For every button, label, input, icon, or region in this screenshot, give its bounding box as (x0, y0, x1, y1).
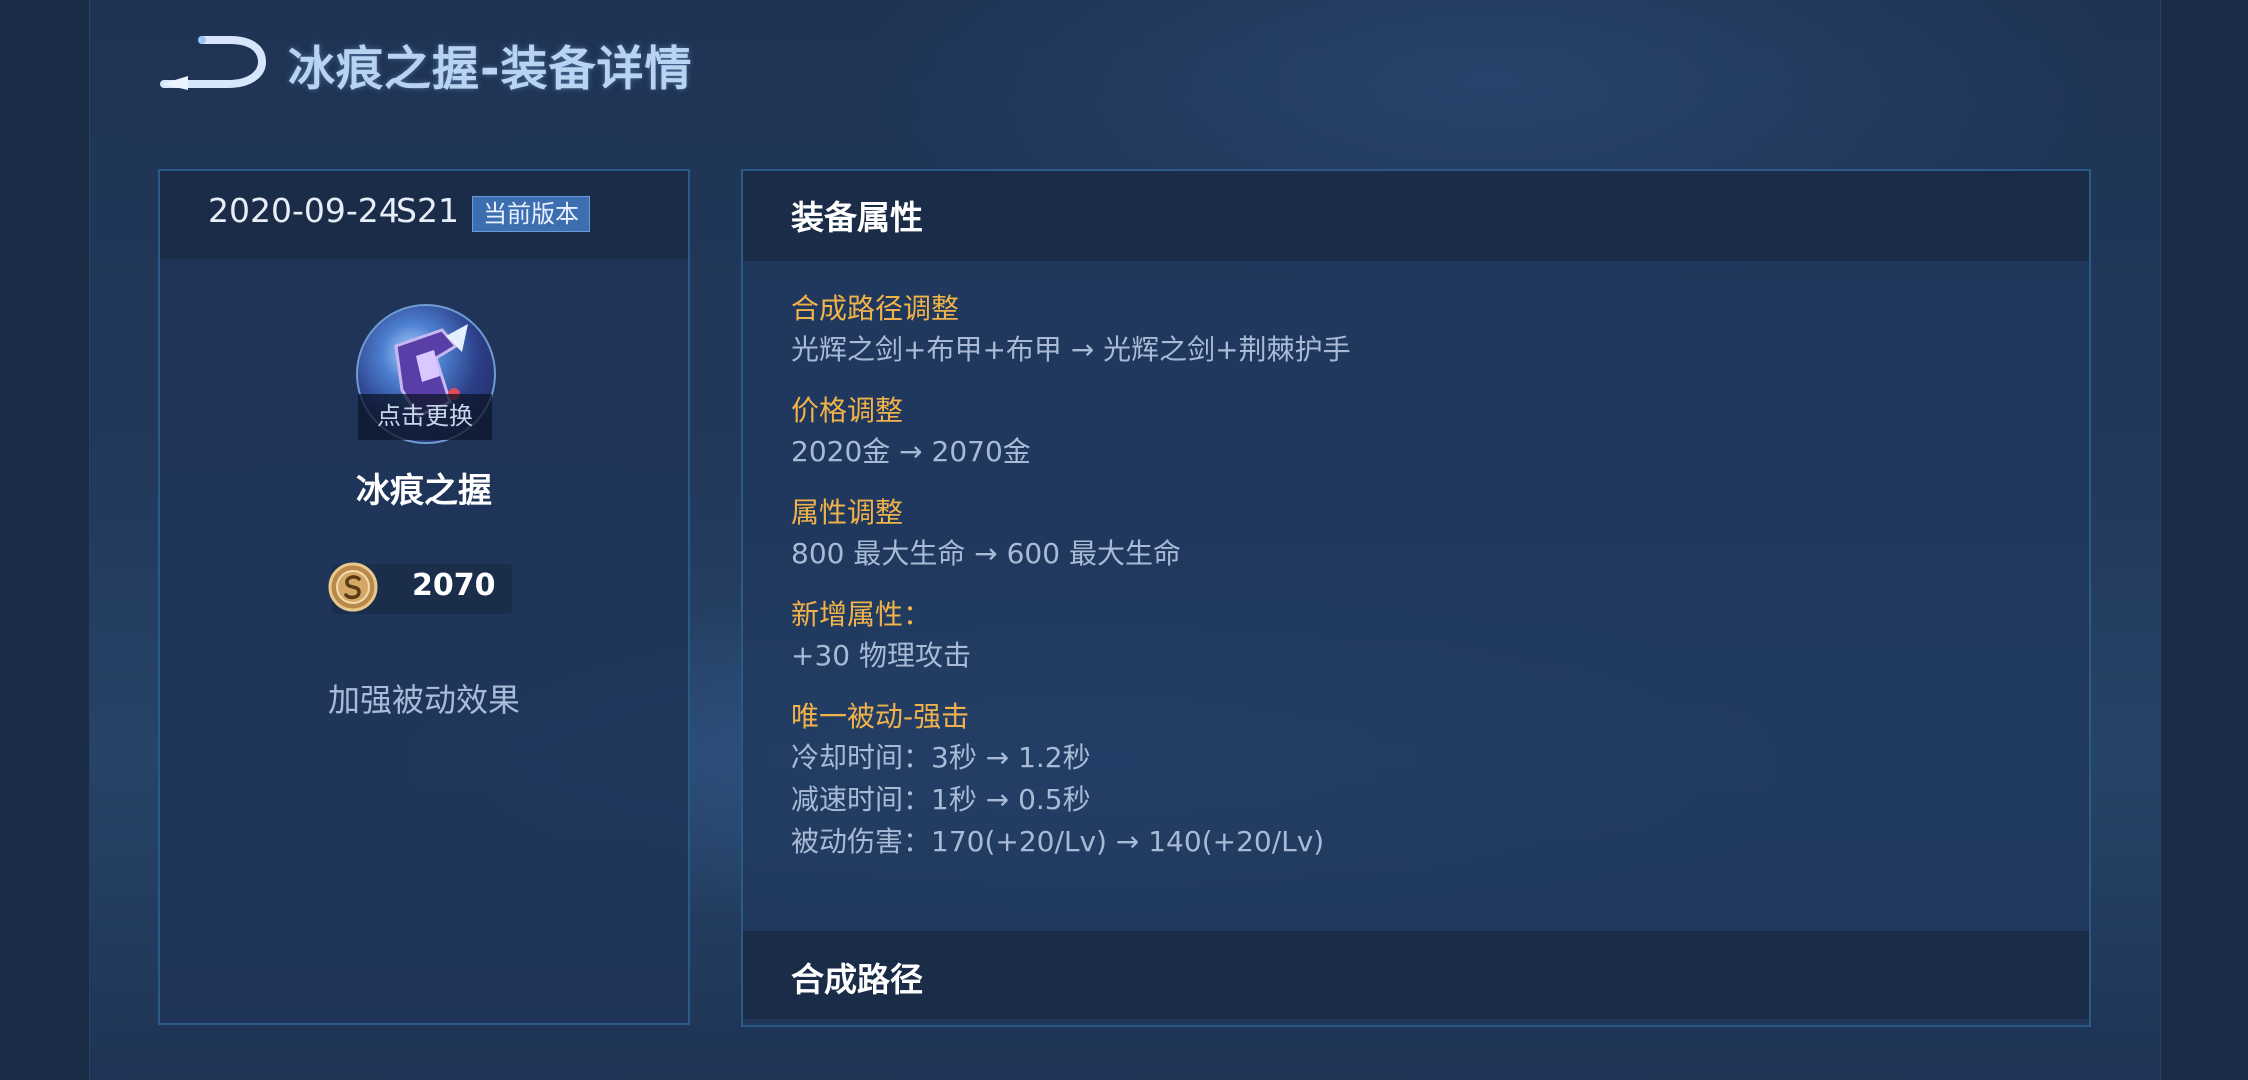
version-header: 2020-09-24 S21 当前版本 (160, 171, 688, 259)
price-value: 2070 (412, 568, 496, 603)
back-arrow-icon[interactable] (158, 34, 268, 90)
change-line: 800 最大生命 → 600 最大生命 (791, 537, 1181, 570)
change-block: 属性调整 800 最大生命 → 600 最大生命 (791, 493, 1991, 575)
passive-note: 加强被动效果 (327, 681, 520, 719)
change-line: 被动伤害：170(+20/Lv) → 140(+20/Lv) (791, 825, 1325, 858)
change-block: 价格调整 2020金 → 2070金 (791, 391, 1991, 473)
attributes-panel: 装备属性 合成路径调整 光辉之剑+布甲+布甲 → 光辉之剑+荆棘护手 价格调整 … (741, 169, 2091, 1027)
attributes-title: 装备属性 (791, 198, 923, 237)
change-block: 新增属性： +30 物理攻击 (791, 595, 1991, 677)
item-name: 冰痕之握 (356, 471, 492, 511)
change-heading: 价格调整 (791, 394, 904, 427)
change-block: 唯一被动-强击 冷却时间：3秒 → 1.2秒 减速时间：1秒 → 0.5秒 被动… (791, 697, 1991, 863)
change-heading: 唯一被动-强击 (791, 700, 970, 733)
current-version-badge: 当前版本 (472, 196, 590, 232)
change-line: 2020金 → 2070金 (791, 435, 1031, 468)
change-list: 合成路径调整 光辉之剑+布甲+布甲 → 光辉之剑+荆棘护手 价格调整 2020金… (791, 289, 1991, 883)
change-heading: 合成路径调整 (791, 292, 960, 325)
recipe-title: 合成路径 (791, 960, 923, 999)
page-title: 冰痕之握-装备详情 (288, 42, 693, 97)
change-heading: 新增属性： (791, 598, 932, 631)
change-line: +30 物理攻击 (791, 639, 971, 672)
item-icon-button[interactable]: 点击更换 (356, 304, 496, 444)
change-line: 冷却时间：3秒 → 1.2秒 (791, 741, 1091, 774)
gold-coin-icon (328, 562, 378, 612)
change-line: 减速时间：1秒 → 0.5秒 (791, 783, 1091, 816)
attributes-header: 装备属性 (743, 171, 2089, 261)
recipe-header: 合成路径 (743, 931, 2089, 1019)
change-heading: 属性调整 (791, 496, 904, 529)
item-summary-panel: 2020-09-24 S21 当前版本 点击更换 冰痕之握 2070 加强被动效… (158, 169, 690, 1025)
change-line: 光辉之剑+布甲+布甲 → 光辉之剑+荆棘护手 (791, 333, 1351, 366)
change-item-label: 点击更换 (358, 394, 492, 440)
version-date: 2020-09-24 (208, 191, 400, 230)
version-season: S21 (396, 191, 459, 230)
change-block: 合成路径调整 光辉之剑+布甲+布甲 → 光辉之剑+荆棘护手 (791, 289, 1991, 371)
